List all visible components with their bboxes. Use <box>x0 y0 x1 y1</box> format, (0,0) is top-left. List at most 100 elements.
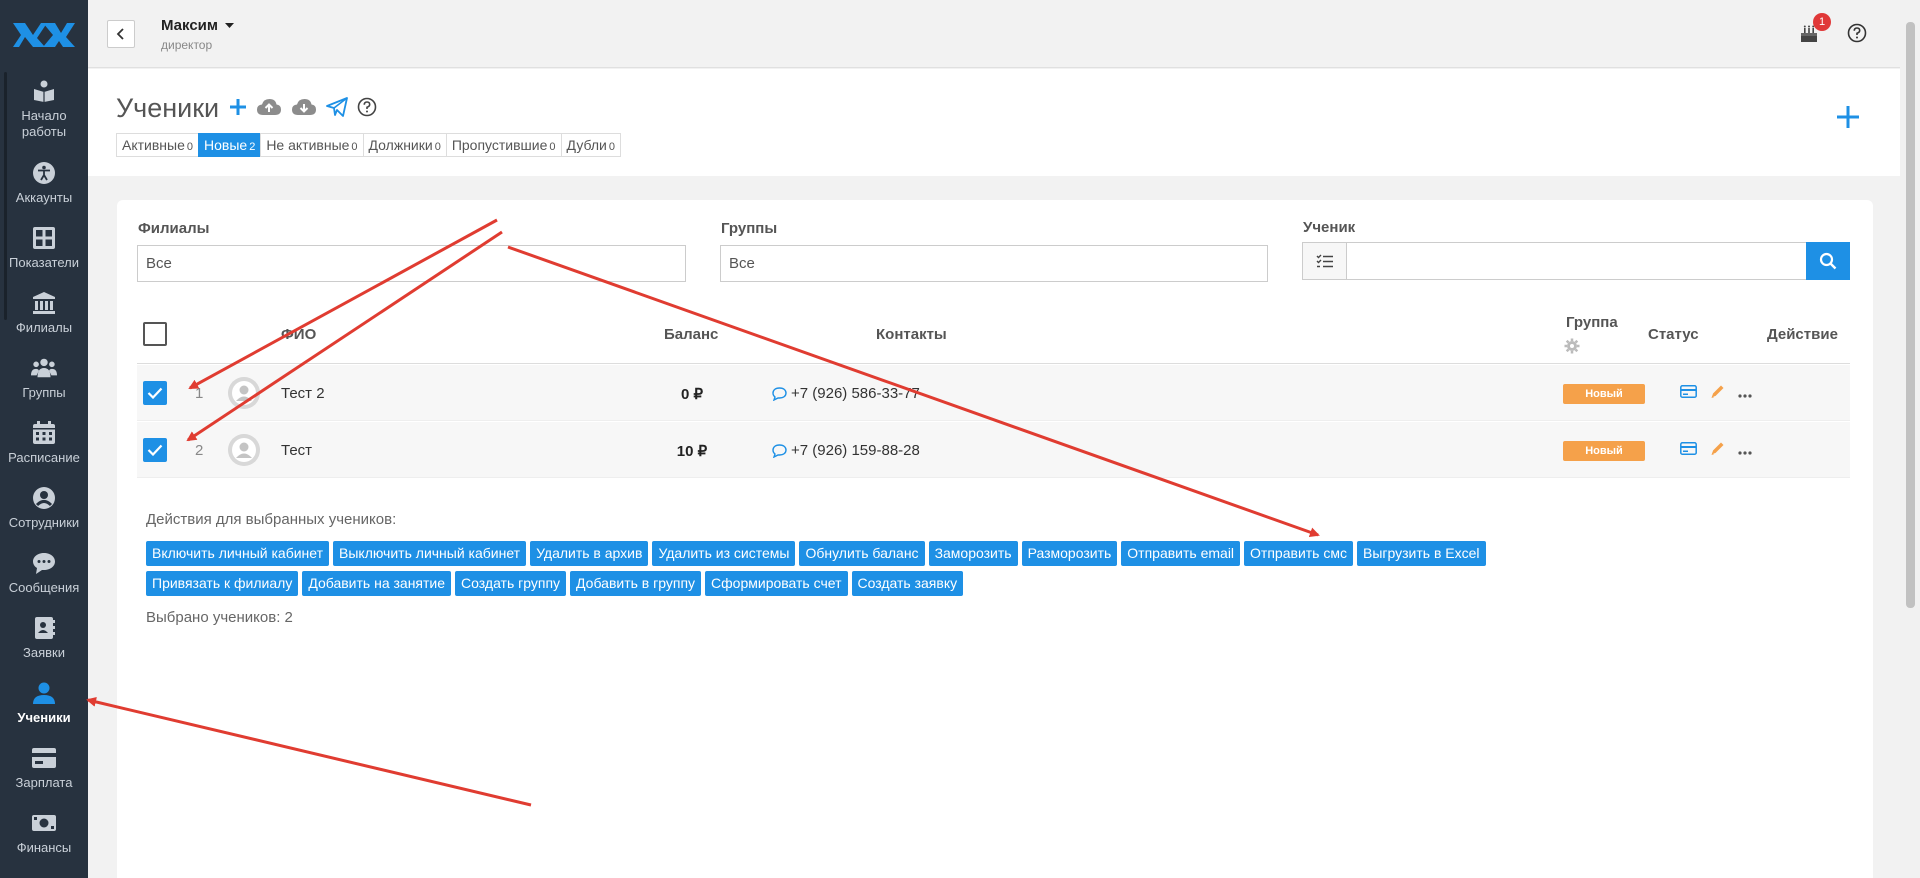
create-request-button[interactable]: Создать заявку <box>851 571 964 596</box>
pencil-icon <box>1711 385 1724 398</box>
branches-select-value: Все <box>146 255 172 272</box>
table-row[interactable]: 1 Тест 2 0 ₽ +7 (926) 586-33-77 Новый <box>137 365 1850 421</box>
disable-cabinet-button[interactable]: Выключить личный кабинет <box>333 541 527 566</box>
row-checkbox[interactable] <box>143 381 167 405</box>
upload-button[interactable] <box>256 98 282 121</box>
search-button[interactable] <box>1806 242 1850 280</box>
user-menu[interactable]: Максим <box>161 17 235 34</box>
column-group: Группа <box>1566 314 1618 331</box>
status-badge: Новый <box>1563 384 1645 404</box>
sidebar-item-branches[interactable]: Филиалы <box>0 280 88 345</box>
scrollbar-thumb[interactable] <box>1906 22 1915 608</box>
freeze-button[interactable]: Заморозить <box>928 541 1018 566</box>
person-icon <box>31 680 57 706</box>
tab-duplicates[interactable]: Дубли 0 <box>560 133 621 157</box>
checklist-icon <box>1316 254 1333 268</box>
sidebar-item-requests[interactable]: Заявки <box>0 605 88 670</box>
sidebar-nav: Начало работы Аккаунты Показатели Филиал… <box>0 68 88 865</box>
column-contacts: Контакты <box>876 326 947 343</box>
attach-branch-button[interactable]: Привязать к филиалу <box>146 571 299 596</box>
filter-list-button[interactable] <box>1302 242 1347 280</box>
card-icon <box>1680 442 1697 455</box>
add-button[interactable] <box>1836 105 1860 134</box>
student-contact[interactable]: +7 (926) 159-88-28 <box>772 442 920 459</box>
sidebar-item-metrics[interactable]: Показатели <box>0 215 88 280</box>
sidebar-item-start[interactable]: Начало работы <box>0 68 88 150</box>
logo[interactable] <box>0 0 88 68</box>
card-icon <box>1680 385 1697 398</box>
sidebar-item-finance[interactable]: Финансы <box>0 800 88 865</box>
sidebar-item-schedule[interactable]: Расписание <box>0 410 88 475</box>
sidebar-item-groups[interactable]: Группы <box>0 345 88 410</box>
accessibility-icon <box>31 160 57 186</box>
help-button[interactable] <box>357 97 377 122</box>
unfreeze-button[interactable]: Разморозить <box>1021 541 1118 566</box>
delete-button[interactable]: Удалить из системы <box>652 541 796 566</box>
student-name[interactable]: Тест <box>281 442 312 459</box>
back-button[interactable] <box>107 20 135 48</box>
add-to-group-button[interactable]: Добавить в группу <box>570 571 702 596</box>
plus-icon <box>1837 106 1859 128</box>
sidebar-item-messages[interactable]: Сообщения <box>0 540 88 605</box>
chat-icon <box>31 550 57 576</box>
tab-count: 0 <box>434 141 441 153</box>
sidebar-item-label: Ученики <box>17 709 71 725</box>
page-header: Ученики Активные 0 Новые 2 Не активные 0 До… <box>88 69 1900 176</box>
tab-absent[interactable]: Пропустившие 0 <box>445 133 562 157</box>
sidebar-item-staff[interactable]: Сотрудники <box>0 475 88 540</box>
more-button[interactable] <box>1738 385 1752 403</box>
payment-button[interactable] <box>1680 385 1697 403</box>
tab-label: Активные <box>122 137 185 153</box>
search-icon <box>1819 252 1837 270</box>
birthday-button[interactable]: 1 <box>1798 13 1831 44</box>
enable-cabinet-button[interactable]: Включить личный кабинет <box>146 541 330 566</box>
sidebar-item-salary[interactable]: Зарплата <box>0 735 88 800</box>
sidebar-item-label: Сообщения <box>8 579 80 595</box>
payment-button[interactable] <box>1680 442 1697 460</box>
credit-card-icon <box>31 745 57 771</box>
sidebar-item-students[interactable]: Ученики <box>0 670 88 735</box>
table-row[interactable]: 2 Тест 10 ₽ +7 (926) 159-88-28 Новый <box>137 422 1850 478</box>
student-name[interactable]: Тест 2 <box>281 385 325 402</box>
send-button[interactable] <box>326 97 348 122</box>
more-horizontal-icon <box>1738 394 1752 398</box>
student-search-input[interactable] <box>1347 242 1806 280</box>
column-balance: Баланс <box>664 326 719 343</box>
add-to-lesson-button[interactable]: Добавить на занятие <box>302 571 452 596</box>
create-invoice-button[interactable]: Сформировать счет <box>705 571 848 596</box>
contact-book-icon <box>31 615 57 641</box>
branches-select[interactable]: Все <box>137 245 686 282</box>
page-scrollbar[interactable] <box>1900 0 1920 878</box>
row-checkbox[interactable] <box>143 438 167 462</box>
create-group-button[interactable]: Создать группу <box>455 571 567 596</box>
column-group-settings[interactable] <box>1564 338 1580 359</box>
row-number: 1 <box>195 385 204 402</box>
send-email-button[interactable]: Отправить email <box>1121 541 1241 566</box>
tab-new[interactable]: Новые 2 <box>198 133 262 157</box>
archive-button[interactable]: Удалить в архив <box>530 541 649 566</box>
export-excel-button[interactable]: Выгрузить в Excel <box>1356 541 1486 566</box>
download-button[interactable] <box>291 98 317 121</box>
help-button[interactable] <box>1846 22 1868 44</box>
edit-button[interactable] <box>1710 384 1725 404</box>
brand-logo-icon <box>13 23 75 47</box>
calendar-icon <box>31 420 57 446</box>
send-sms-button[interactable]: Отправить смс <box>1244 541 1353 566</box>
select-all-checkbox[interactable] <box>143 322 167 346</box>
help-circle-icon <box>357 97 377 117</box>
groups-select-value: Все <box>729 255 755 272</box>
add-student-button[interactable] <box>229 98 247 121</box>
pencil-icon <box>1711 442 1724 455</box>
student-contact[interactable]: +7 (926) 586-33-77 <box>772 385 920 402</box>
reset-balance-button[interactable]: Обнулить баланс <box>799 541 925 566</box>
table-header: ФИО Баланс Контакты Группа Статус Действ… <box>137 308 1850 364</box>
gear-icon <box>1564 338 1580 354</box>
student-label: Ученик <box>1303 219 1356 236</box>
tab-active[interactable]: Активные 0 <box>116 133 199 157</box>
more-button[interactable] <box>1738 442 1752 460</box>
tab-debtors[interactable]: Должники 0 <box>362 133 447 157</box>
sidebar-item-accounts[interactable]: Аккаунты <box>0 150 88 215</box>
tab-inactive[interactable]: Не активные 0 <box>260 133 364 157</box>
edit-button[interactable] <box>1710 441 1725 461</box>
groups-select[interactable]: Все <box>720 245 1268 282</box>
